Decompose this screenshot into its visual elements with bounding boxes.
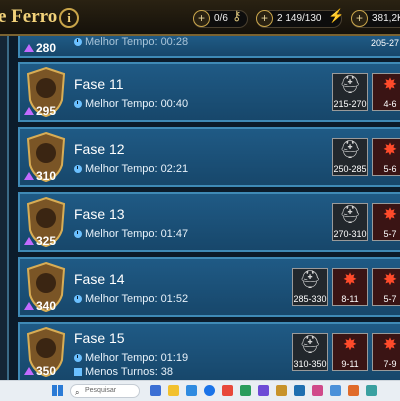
best-time: Melhor Tempo: 00:28	[74, 36, 188, 48]
turns-icon	[74, 368, 82, 376]
level-badge: 350	[24, 364, 56, 378]
best-time: Melhor Tempo: 01:19	[74, 352, 188, 364]
level-triangle-icon	[24, 302, 34, 310]
energy-bolt-icon: ⚡	[328, 8, 345, 23]
level-row-fase-13[interactable]: 325 Fase 13 Melhor Tempo: 01:47 ⛑ 270-31…	[18, 192, 400, 252]
level-badge: 310	[24, 169, 56, 183]
level-badge: 280	[24, 41, 56, 55]
level-triangle-icon	[24, 172, 34, 180]
chrome-icon[interactable]	[204, 385, 215, 396]
app-icon[interactable]	[222, 385, 233, 396]
reward-red-shard[interactable]: ✸ 7-9	[372, 333, 400, 371]
reward-red-shard[interactable]: ✸ 5-6	[372, 138, 400, 176]
reward-silver-helmet[interactable]: ⛑ 310-350	[292, 333, 328, 371]
level-name: Fase 11	[74, 76, 124, 92]
red-shard-icon: ✸	[382, 205, 398, 224]
silver-helmet-icon: ⛑	[299, 270, 321, 289]
silver-helmet-icon: ⛑	[339, 140, 361, 159]
taskbar-search-input[interactable]: ⌕ Pesquisar	[70, 384, 140, 398]
level-badge: 295	[24, 104, 56, 118]
top-bar: e Ferro i + 0/6 ⚷ + 2 149/130 ⚡ + 381,2K	[0, 0, 400, 36]
red-shard-icon: ✸	[342, 335, 358, 354]
silver-resource: + 381,2K	[351, 10, 400, 28]
edge-browser-icon[interactable]	[186, 385, 197, 396]
energy-resource: + 2 149/130 ⚡	[256, 8, 345, 28]
level-name: Fase 13	[74, 206, 125, 222]
reward-red-shard[interactable]: ✸ 9-11	[332, 333, 368, 371]
red-shard-icon: ✸	[342, 270, 358, 289]
level-row-fase-15[interactable]: 350 Fase 15 Melhor Tempo: 01:19 Menos Tu…	[18, 322, 400, 380]
reward-silver-helmet[interactable]: ⛑ 215-270	[332, 73, 368, 111]
add-keys-button[interactable]: +	[193, 10, 210, 27]
level-name: Fase 15	[74, 330, 125, 346]
level-row[interactable]: 280 Melhor Tempo: 00:28 205-27	[18, 36, 400, 58]
clock-icon	[74, 100, 82, 108]
app-icon[interactable]	[348, 385, 359, 396]
red-shard-icon: ✸	[382, 335, 398, 354]
level-triangle-icon	[24, 237, 34, 245]
search-icon: ⌕	[75, 388, 80, 397]
task-view-icon[interactable]	[150, 385, 161, 396]
red-shard-icon: ✸	[382, 75, 398, 94]
add-silver-button[interactable]: +	[351, 10, 368, 27]
reward-red-shard[interactable]: ✸ 8-11	[332, 268, 368, 306]
level-row-fase-12[interactable]: 310 Fase 12 Melhor Tempo: 02:21 ⛑ 250-28…	[18, 127, 400, 187]
level-badge: 325	[24, 234, 56, 248]
reward-red-shard[interactable]: ✸ 5-7	[372, 268, 400, 306]
app-icon[interactable]	[294, 385, 305, 396]
reward-silver-helmet[interactable]: ⛑ 270-310	[332, 203, 368, 241]
clock-icon	[74, 38, 82, 46]
windows-start-icon[interactable]	[52, 385, 63, 396]
best-time: Melhor Tempo: 00:40	[74, 98, 188, 110]
file-explorer-icon[interactable]	[168, 385, 179, 396]
clock-icon	[74, 230, 82, 238]
best-time: Melhor Tempo: 01:47	[74, 228, 188, 240]
app-icon[interactable]	[258, 385, 269, 396]
keys-value: 0/6	[214, 13, 228, 24]
reward-silver-helmet[interactable]: ⛑ 250-285	[332, 138, 368, 176]
level-row-fase-14[interactable]: 340 Fase 14 Melhor Tempo: 01:52 ⛑ 285-33…	[18, 257, 400, 317]
energy-value: 2 149/130	[277, 13, 322, 24]
left-frame-decoration	[0, 36, 9, 380]
clock-icon	[74, 354, 82, 362]
raid-game-icon[interactable]	[276, 385, 287, 396]
red-shard-icon: ✸	[382, 140, 398, 159]
app-icon[interactable]	[240, 385, 251, 396]
add-energy-button[interactable]: +	[256, 10, 273, 27]
silver-helmet-icon: ⛑	[339, 205, 361, 224]
clock-icon	[74, 295, 82, 303]
silver-helmet-icon: ⛑	[339, 75, 361, 94]
page-title: e Ferro	[0, 6, 58, 27]
taskbar: ⌕ Pesquisar	[0, 380, 400, 401]
reward-red-shard[interactable]: ✸ 4-6	[372, 73, 400, 111]
best-time: Melhor Tempo: 02:21	[74, 163, 188, 175]
app-icon[interactable]	[330, 385, 341, 396]
min-turns: Menos Turnos: 38	[74, 366, 173, 378]
level-badge: 340	[24, 299, 56, 313]
level-triangle-icon	[24, 107, 34, 115]
level-triangle-icon	[24, 44, 34, 52]
silver-helmet-icon: ⛑	[299, 335, 321, 354]
level-triangle-icon	[24, 367, 34, 375]
clock-icon	[74, 165, 82, 173]
red-shard-icon: ✸	[382, 270, 398, 289]
keys-resource: + 0/6 ⚷	[193, 8, 248, 28]
reward-range: 205-27	[371, 38, 400, 48]
reward-silver-helmet[interactable]: ⛑ 285-330	[292, 268, 328, 306]
reward-red-shard[interactable]: ✸ 5-7	[372, 203, 400, 241]
app-icon[interactable]	[312, 385, 323, 396]
best-time: Melhor Tempo: 01:52	[74, 293, 188, 305]
app-icon[interactable]	[366, 385, 377, 396]
level-row-fase-11[interactable]: 295 Fase 11 Melhor Tempo: 00:40 ⛑ 215-27…	[18, 62, 400, 122]
key-icon: ⚷	[232, 8, 242, 23]
level-name: Fase 12	[74, 141, 125, 157]
silver-value: 381,2K	[372, 13, 400, 24]
level-name: Fase 14	[74, 271, 125, 287]
info-icon[interactable]: i	[59, 8, 79, 28]
